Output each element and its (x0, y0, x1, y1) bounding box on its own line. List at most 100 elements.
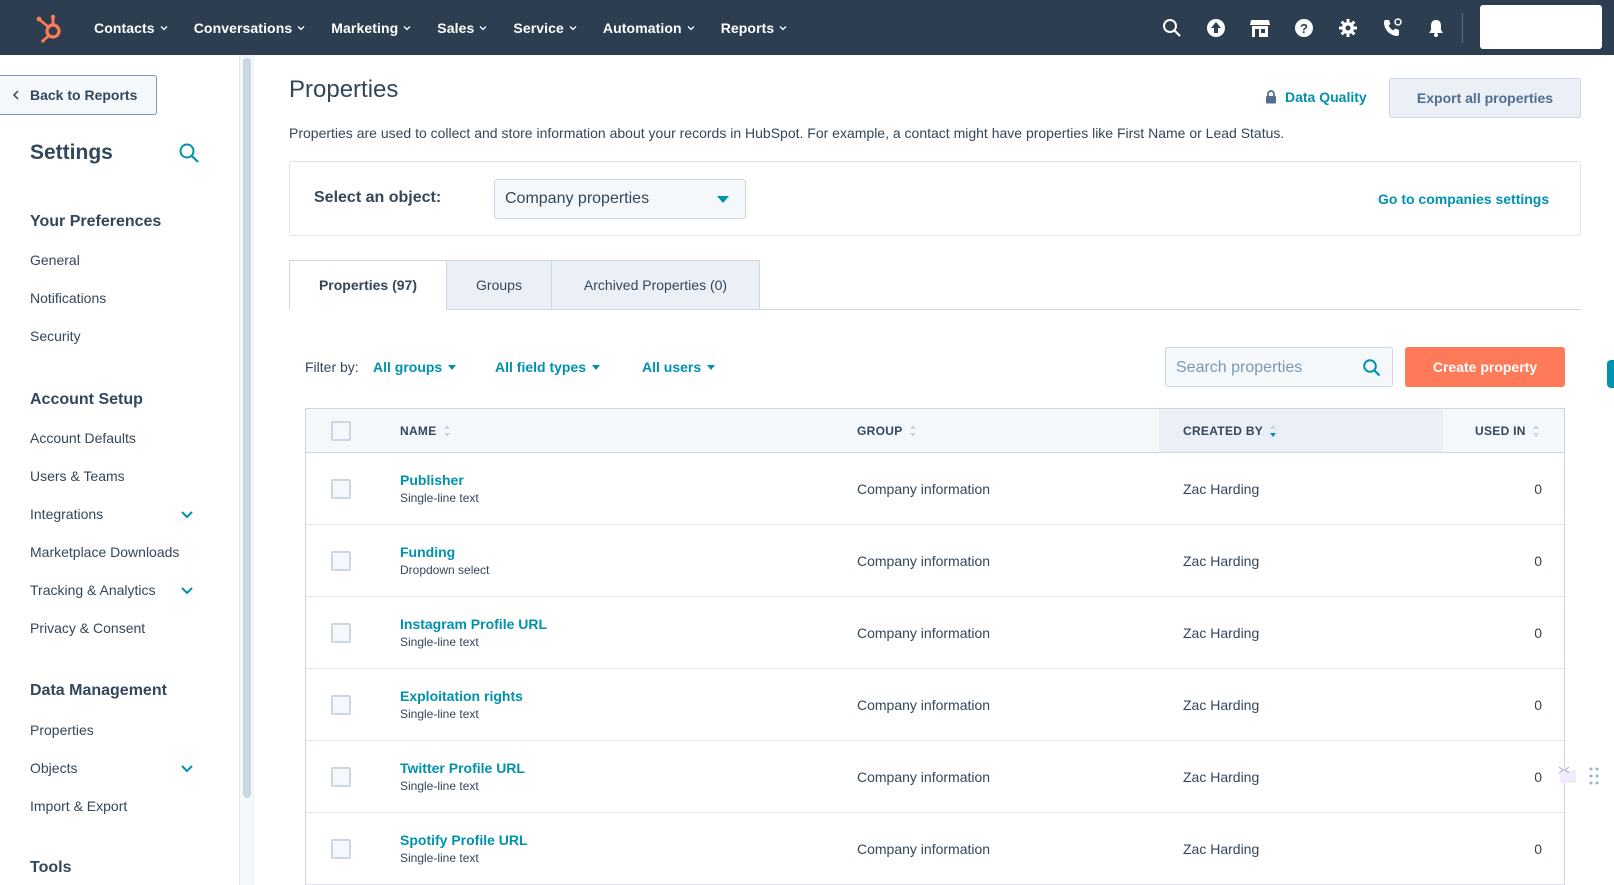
tab-groups[interactable]: Groups (447, 260, 552, 310)
column-label: USED IN (1475, 423, 1526, 438)
column-header-created-by[interactable]: CREATED BY (1159, 409, 1443, 452)
filter-label-text: All users (642, 359, 702, 375)
property-name-link[interactable]: Spotify Profile URL (400, 832, 528, 848)
column-header-name[interactable]: NAME (400, 409, 451, 452)
settings-icon[interactable] (1336, 16, 1360, 40)
object-select-label: Select an object: (314, 189, 442, 206)
search-icon[interactable] (178, 142, 200, 164)
object-select-value: Company properties (505, 190, 650, 207)
go-to-companies-settings-link[interactable]: Go to companies settings (1378, 191, 1549, 207)
table-row: Spotify Profile URL Single-line text Comp… (306, 813, 1564, 885)
tab-properties[interactable]: Properties (97) (289, 260, 447, 310)
upgrade-icon[interactable] (1204, 16, 1228, 40)
row-checkbox[interactable] (331, 551, 351, 571)
nav-automation[interactable]: Automation (603, 20, 695, 36)
top-navigation: Contacts Conversations Marketing Sales S… (0, 0, 1614, 55)
chevron-down-icon[interactable] (180, 584, 194, 598)
caret-down-icon (717, 196, 729, 203)
nav-label: Contacts (94, 19, 155, 36)
property-created-by: Zac Harding (1183, 841, 1260, 857)
property-group: Company information (857, 769, 991, 785)
row-checkbox[interactable] (331, 695, 351, 715)
sidebar-item-properties[interactable]: Properties (30, 722, 200, 738)
nav-conversations[interactable]: Conversations (194, 20, 306, 36)
column-header-used-in[interactable]: USED IN (1475, 409, 1540, 452)
filter-all-groups[interactable]: All groups (373, 359, 457, 375)
property-name-link[interactable]: Instagram Profile URL (400, 616, 547, 632)
nav-label: Conversations (193, 19, 293, 36)
object-select-dropdown[interactable]: Company properties (494, 179, 746, 219)
property-field-type: Single-line text (400, 707, 479, 721)
sidebar-scrollbar-thumb[interactable] (243, 58, 251, 798)
property-name-link[interactable]: Publisher (400, 472, 479, 488)
back-label: Back to Reports (30, 87, 138, 103)
sidebar-item-objects[interactable]: Objects (30, 760, 200, 776)
property-used-in: 0 (1534, 553, 1542, 569)
property-group: Company information (857, 553, 991, 569)
property-name-link[interactable]: Twitter Profile URL (400, 760, 525, 776)
chevron-down-icon (297, 25, 305, 30)
data-quality-link[interactable]: Data Quality (1265, 89, 1367, 105)
property-created-by: Zac Harding (1183, 769, 1260, 785)
account-menu[interactable] (1480, 5, 1602, 49)
select-all-checkbox[interactable] (331, 421, 351, 441)
nav-service[interactable]: Service (513, 20, 577, 36)
search-icon[interactable] (1160, 16, 1184, 40)
property-used-in: 0 (1534, 841, 1542, 857)
filter-all-field-types[interactable]: All field types (495, 359, 601, 375)
search-properties-box (1165, 347, 1393, 387)
nav-sales[interactable]: Sales (437, 20, 487, 36)
column-header-group[interactable]: GROUP (857, 409, 917, 452)
calling-icon[interactable] (1380, 16, 1404, 40)
tabs-divider (760, 309, 1581, 310)
chevron-down-icon[interactable] (180, 762, 194, 776)
search-properties-input[interactable] (1176, 357, 1356, 379)
nav-reports[interactable]: Reports (721, 20, 788, 36)
back-to-reports-button[interactable]: Back to Reports (0, 75, 157, 115)
nav-menu: Contacts Conversations Marketing Sales S… (94, 0, 813, 55)
notifications-icon[interactable] (1424, 16, 1448, 40)
feedback-side-tab[interactable] (1607, 360, 1614, 388)
property-name-link[interactable]: Funding (400, 544, 489, 560)
sidebar-item-account-defaults[interactable]: Account Defaults (30, 430, 200, 446)
sidebar-item-marketplace-downloads[interactable]: Marketplace Downloads (30, 544, 200, 560)
property-group: Company information (857, 697, 991, 713)
export-all-properties-button[interactable]: Export all properties (1389, 78, 1581, 118)
property-used-in: 0 (1534, 769, 1542, 785)
hubspot-logo-icon[interactable] (34, 12, 66, 44)
drag-handle-icon[interactable] (1588, 766, 1600, 786)
section-tools: Tools (30, 859, 72, 876)
section-data-management: Data Management (30, 682, 167, 699)
search-icon[interactable] (1362, 358, 1382, 378)
row-checkbox[interactable] (331, 479, 351, 499)
filter-all-users[interactable]: All users (642, 359, 716, 375)
sidebar-item-privacy-consent[interactable]: Privacy & Consent (30, 620, 200, 636)
table-row: Publisher Single-line text Company inform… (306, 453, 1564, 525)
sidebar-item-general[interactable]: General (30, 252, 200, 268)
sidebar-item-import-export[interactable]: Import & Export (30, 798, 200, 814)
sidebar-item-notifications[interactable]: Notifications (30, 290, 200, 306)
settings-title: Settings (30, 141, 113, 164)
sidebar-item-integrations[interactable]: Integrations (30, 506, 200, 522)
page-title: Properties (289, 76, 399, 103)
sidebar-item-users-teams[interactable]: Users & Teams (30, 468, 200, 484)
column-label: NAME (400, 423, 437, 438)
collapse-widget-icon[interactable] (1556, 764, 1578, 784)
tab-archived-properties[interactable]: Archived Properties (0) (552, 260, 760, 310)
row-checkbox[interactable] (331, 839, 351, 859)
chevron-down-icon (403, 25, 411, 30)
create-property-button[interactable]: Create property (1405, 347, 1565, 387)
caret-down-icon (448, 364, 457, 370)
sidebar-item-tracking-analytics[interactable]: Tracking & Analytics (30, 582, 200, 598)
data-quality-label: Data Quality (1285, 89, 1367, 105)
sidebar-item-security[interactable]: Security (30, 328, 200, 344)
marketplace-icon[interactable] (1248, 16, 1272, 40)
help-icon[interactable]: ? (1292, 16, 1316, 40)
row-checkbox[interactable] (331, 767, 351, 787)
nav-marketing[interactable]: Marketing (331, 20, 411, 36)
property-name-link[interactable]: Exploitation rights (400, 688, 523, 704)
property-name-cell: Publisher Single-line text (400, 472, 479, 505)
chevron-down-icon[interactable] (180, 508, 194, 522)
nav-contacts[interactable]: Contacts (94, 20, 168, 36)
row-checkbox[interactable] (331, 623, 351, 643)
